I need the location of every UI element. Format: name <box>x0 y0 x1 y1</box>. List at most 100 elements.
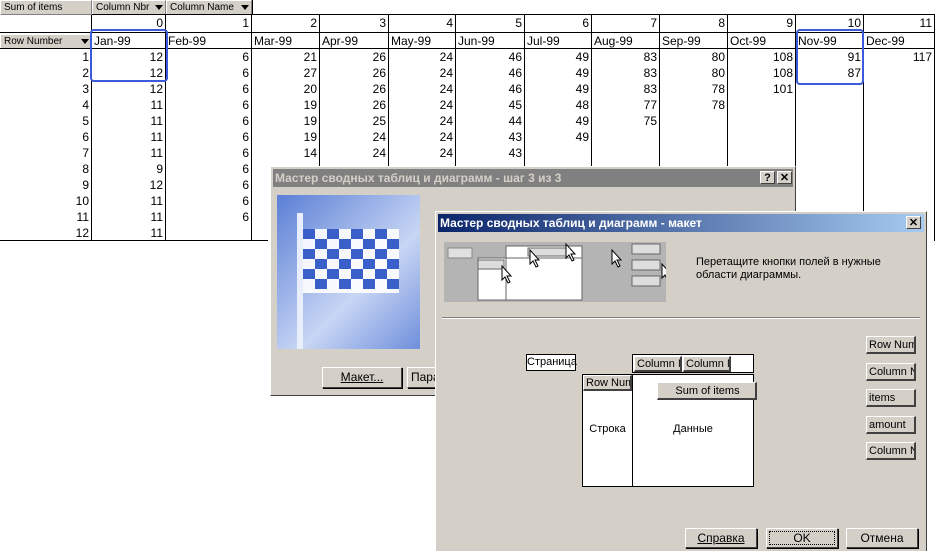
close-icon: ✕ <box>908 217 919 229</box>
column-field-2-label: Column Nε <box>686 358 729 370</box>
page-drop-area[interactable]: Страница <box>526 354 577 371</box>
row-area-label: Строка <box>589 423 626 435</box>
layout-instruction: Перетащите кнопки полей в нужные области… <box>696 256 881 281</box>
month-header: May-99 <box>391 34 432 48</box>
row-field[interactable]: Row Numl <box>583 375 632 391</box>
data-cell: 6 <box>242 130 249 144</box>
ok-button-label: OK <box>793 531 811 545</box>
month-header: Sep-99 <box>662 34 701 48</box>
field-button[interactable]: Column Nl <box>866 442 916 460</box>
data-cell: 117 <box>912 50 932 64</box>
data-cell: 24 <box>439 82 453 96</box>
field-button[interactable]: items <box>866 389 916 407</box>
field-button[interactable]: Column Nε <box>866 363 916 381</box>
data-cell: 6 <box>242 98 249 112</box>
layout-title: Мастер сводных таблиц и диаграмм - макет <box>440 216 702 230</box>
data-cell: 9 <box>156 162 163 176</box>
checkered-flag-icon <box>297 213 399 349</box>
data-cell: 43 <box>508 146 522 160</box>
data-cell: 24 <box>439 50 453 64</box>
layout-button[interactable]: Макет... <box>322 367 402 388</box>
data-field-label: Sum of items <box>675 385 740 397</box>
data-cell: 12 <box>149 82 163 96</box>
column-number-header: 3 <box>379 16 386 30</box>
row-number-cell: 10 <box>75 194 89 208</box>
data-cell: 25 <box>372 114 386 128</box>
data-cell: 44 <box>508 114 522 128</box>
field-button[interactable]: amount <box>866 416 916 434</box>
data-cell: 27 <box>303 66 317 80</box>
layout-title-bar: Мастер сводных таблиц и диаграмм - макет <box>438 214 924 232</box>
column-number-header: 4 <box>446 16 453 30</box>
data-cell: 24 <box>439 66 453 80</box>
chevron-down-icon[interactable] <box>240 3 250 12</box>
data-cell: 6 <box>242 178 249 192</box>
cancel-button[interactable]: Отмена <box>846 528 918 548</box>
close-icon: ✕ <box>779 172 790 184</box>
month-header: Mar-99 <box>254 34 293 48</box>
row-number-cell: 9 <box>82 178 89 192</box>
field-button[interactable]: Row Numl <box>866 336 916 354</box>
data-cell: 46 <box>508 50 522 64</box>
column-nbr-field-button[interactable]: Column Nbr <box>92 0 166 15</box>
chevron-down-icon[interactable] <box>80 37 90 46</box>
data-cell: 26 <box>372 66 386 80</box>
row-number-field-button[interactable]: Row Number <box>0 34 92 49</box>
layout-dialog: Мастер сводных таблиц и диаграмм - макет… <box>435 211 927 551</box>
help-button[interactable]: ? <box>760 171 775 184</box>
data-cell: 21 <box>303 50 317 64</box>
data-cell: 6 <box>242 146 249 160</box>
data-cell: 11 <box>150 194 163 208</box>
column-field-1[interactable]: Column Nl <box>634 356 682 372</box>
row-number-cell: 11 <box>76 210 89 224</box>
data-cell: 11 <box>150 114 163 128</box>
data-field[interactable]: Sum of items <box>657 382 757 400</box>
help-button[interactable]: Справка <box>685 528 757 548</box>
selection-highlight-nov <box>796 29 864 85</box>
close-button[interactable]: ✕ <box>777 171 792 184</box>
ok-button[interactable]: OK <box>766 528 838 548</box>
data-cell: 12 <box>149 178 163 192</box>
column-field-1-label: Column Nl <box>637 358 680 370</box>
data-cell: 26 <box>372 82 386 96</box>
data-cell: 6 <box>242 66 249 80</box>
row-number-cell: 8 <box>82 162 89 176</box>
data-cell: 11 <box>150 146 163 160</box>
data-cell: 19 <box>303 114 317 128</box>
column-number-header: 2 <box>310 16 317 30</box>
wizard-flag-image <box>277 195 420 349</box>
data-cell: 46 <box>508 82 522 96</box>
data-cell: 49 <box>575 130 589 144</box>
data-cell: 24 <box>439 114 453 128</box>
field-button-label: Row Numl <box>869 339 916 351</box>
data-cell: 83 <box>643 66 657 80</box>
row-number-cell: 6 <box>82 130 89 144</box>
grid-vline <box>252 0 253 15</box>
data-cell: 20 <box>303 82 317 96</box>
data-cell: 46 <box>508 66 522 80</box>
column-number-header: 1 <box>242 16 249 30</box>
data-cell: 24 <box>372 146 386 160</box>
sum-of-items-header[interactable]: Sum of items <box>0 0 92 15</box>
column-number-header: 7 <box>650 16 657 30</box>
layout-preview-image <box>444 242 673 302</box>
data-cell: 43 <box>508 130 522 144</box>
data-cell: 49 <box>575 82 589 96</box>
column-field-2[interactable]: Column Nε <box>683 356 731 372</box>
column-name-field-button[interactable]: Column Name <box>166 0 252 15</box>
row-field-label: Row Numl <box>586 377 632 389</box>
separator <box>442 317 920 319</box>
column-number-header: 6 <box>582 16 589 30</box>
data-cell: 78 <box>711 98 725 112</box>
layout-close-button[interactable]: ✕ <box>906 216 921 229</box>
data-cell: 24 <box>372 130 386 144</box>
chevron-down-icon[interactable] <box>154 3 164 12</box>
month-header: Jul-99 <box>527 34 560 48</box>
data-cell: 77 <box>643 98 657 112</box>
month-header: Dec-99 <box>866 34 905 48</box>
column-number-header: 8 <box>718 16 725 30</box>
data-cell: 78 <box>711 82 725 96</box>
data-cell: 24 <box>439 98 453 112</box>
data-cell: 6 <box>242 210 249 224</box>
row-number-cell: 12 <box>75 226 89 240</box>
